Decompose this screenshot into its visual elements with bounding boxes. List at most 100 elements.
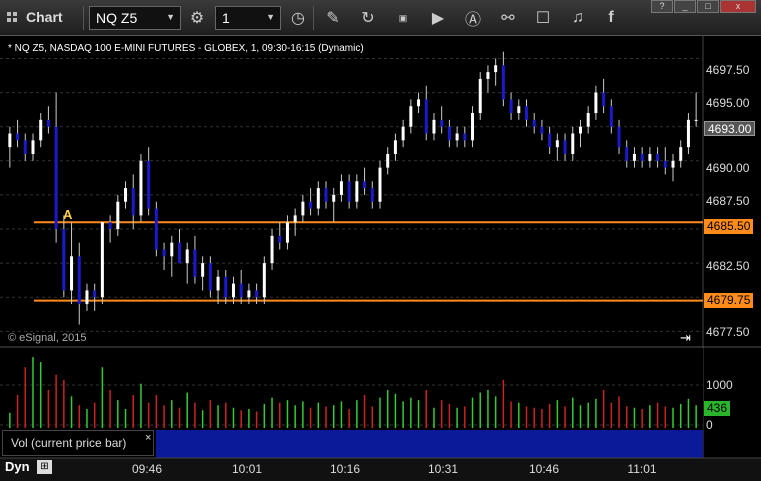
candle-body <box>386 153 390 168</box>
candle-body <box>686 119 690 148</box>
price-tick: 4687.50 <box>706 194 750 208</box>
candle-body <box>594 92 598 114</box>
candle-body <box>332 194 336 202</box>
candle-body <box>39 119 43 141</box>
candle-body <box>124 188 128 202</box>
candle-body <box>602 92 606 107</box>
maximize-button[interactable]: □ <box>697 0 719 13</box>
dynamic-mode-button[interactable]: Dyn <box>5 459 30 474</box>
candle-body <box>201 263 205 277</box>
candle-body <box>409 106 413 127</box>
get-icon[interactable]: ▣ <box>390 5 416 31</box>
play-icon[interactable]: ▶ <box>425 5 451 31</box>
current-price-badge: 4693.00 <box>704 121 756 136</box>
settings-icon[interactable]: ⚙ <box>184 5 210 31</box>
interval-select[interactable]: 1 ▼ <box>215 6 281 30</box>
symbol-value: NQ Z5 <box>96 10 138 26</box>
candle-body <box>16 133 20 141</box>
candle-body <box>247 290 251 298</box>
candle-body <box>656 153 660 161</box>
price-tick: 4697.50 <box>706 63 750 77</box>
symbol-select[interactable]: NQ Z5 ▼ <box>89 6 181 30</box>
close-icon[interactable]: × <box>145 432 151 444</box>
candle-body <box>93 290 97 298</box>
volume-study-label[interactable]: Vol (current price bar) <box>2 430 154 456</box>
candle-body <box>632 153 636 161</box>
toolbar-separator <box>313 6 314 30</box>
candle-body <box>31 140 35 154</box>
candle-body <box>401 126 405 141</box>
candle-body <box>370 188 374 202</box>
candle-body <box>609 106 613 127</box>
candle-body <box>440 119 444 127</box>
candle-body <box>671 160 675 168</box>
candle-body <box>293 215 297 223</box>
candle-body <box>278 235 282 243</box>
candle-body <box>471 113 475 141</box>
candle-body <box>46 119 50 127</box>
minimize-button[interactable]: _ <box>674 0 696 13</box>
candle-body <box>309 201 313 209</box>
candle-body <box>555 140 559 148</box>
candle-body <box>339 181 343 195</box>
candle-body <box>432 119 436 134</box>
candle-body <box>62 229 66 291</box>
candle-body <box>517 106 521 114</box>
candle-body <box>147 160 151 209</box>
chart-header: * NQ Z5, NASDAQ 100 E-MINI FUTURES - GLO… <box>8 43 364 54</box>
candle-body <box>501 65 505 100</box>
candle-body <box>85 290 89 305</box>
link-icon[interactable]: ⚯ <box>495 5 521 31</box>
time-tick: 11:01 <box>627 462 657 476</box>
marker-label[interactable]: A <box>63 207 72 222</box>
candle-body <box>578 126 582 134</box>
current-volume-badge: 436 <box>704 401 731 416</box>
pencil-icon[interactable]: ✎ <box>320 5 346 31</box>
candle-body <box>478 78 482 114</box>
candle-body <box>324 188 328 202</box>
candle-body <box>532 119 536 127</box>
candle-body <box>131 188 135 216</box>
time-tick: 10:46 <box>528 462 560 476</box>
twitter-icon[interactable]: ♫ <box>565 5 591 31</box>
candle-body <box>100 222 104 298</box>
volume-pane[interactable] <box>0 348 703 430</box>
lock-icon[interactable]: ⊞ <box>37 460 52 474</box>
volume-tick: 0 <box>706 418 713 432</box>
candle-body <box>154 208 158 250</box>
go-to-end-icon[interactable]: ⇥ <box>680 330 691 346</box>
candle-body <box>463 133 467 141</box>
time-tick: 10:31 <box>427 462 459 476</box>
facebook-icon[interactable]: f <box>598 5 624 31</box>
candle-body <box>185 249 189 264</box>
candle-body <box>679 147 683 161</box>
candle-body <box>208 263 212 291</box>
refresh-icon[interactable]: ↻ <box>355 5 381 31</box>
candle-body <box>70 256 74 291</box>
candle-body <box>178 242 181 264</box>
chart-canvas[interactable] <box>0 0 761 481</box>
candle-body <box>571 133 575 154</box>
candle-body <box>231 283 235 298</box>
candle-body <box>525 106 528 120</box>
candle-body <box>54 126 58 230</box>
candle-body <box>262 263 266 298</box>
candle-body <box>347 181 351 202</box>
price-tick: 4695.00 <box>706 96 750 110</box>
candle-body <box>363 181 367 189</box>
close-button[interactable]: x <box>720 0 756 13</box>
candle-body <box>193 249 197 277</box>
price-tick: 4677.50 <box>706 325 750 339</box>
volume-tick: 1000 <box>706 378 733 392</box>
candle-body <box>77 256 81 305</box>
volume-strip <box>156 430 703 458</box>
candle-body <box>494 65 498 73</box>
alert-icon[interactable]: Ⓐ <box>460 5 486 31</box>
candle-body <box>447 126 451 141</box>
candle-body <box>378 167 382 202</box>
clock-icon[interactable]: ◷ <box>285 5 311 31</box>
help-button[interactable]: ? <box>651 0 673 13</box>
candle-body <box>285 222 289 243</box>
candle-body <box>694 119 698 121</box>
comment-icon[interactable]: ☐ <box>530 5 556 31</box>
